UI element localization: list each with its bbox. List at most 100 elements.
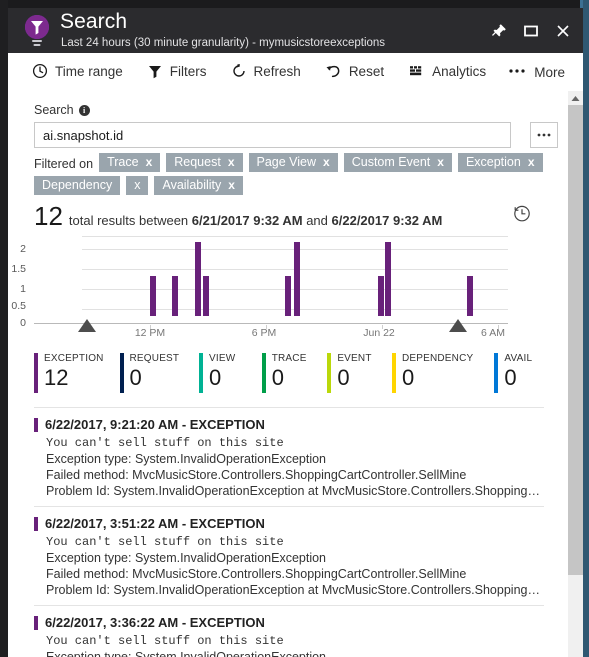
ellipsis-icon — [508, 63, 526, 82]
refresh-button[interactable]: Refresh — [219, 53, 313, 91]
funnel-icon — [147, 63, 163, 82]
remove-chip-icon[interactable]: x — [134, 176, 140, 195]
legend-item-trace[interactable]: TRACE 0 — [261, 353, 328, 399]
result-message: You can't sell stuff on this site — [46, 634, 284, 648]
time-range-label: Time range — [55, 64, 123, 80]
legend-label: TRACE — [271, 353, 307, 364]
legend-label: EVENT — [337, 353, 372, 364]
legend-item-dependency[interactable]: DEPENDENCY 0 — [391, 353, 494, 399]
analytics-button[interactable]: Analytics — [396, 53, 498, 91]
results-timeline-chart[interactable]: 2 1.5 1 0.5 0 — [11, 236, 508, 329]
reset-button[interactable]: Reset — [313, 53, 396, 91]
window-chrome-right — [583, 0, 589, 657]
chart-bar — [150, 276, 157, 316]
filter-chip-page-view[interactable]: Page View x — [248, 153, 338, 172]
filtered-on-label: Filtered on — [34, 157, 94, 171]
exception-accent-icon — [34, 615, 38, 630]
chart-bar — [293, 242, 300, 316]
filter-chip-trace[interactable]: Trace x — [99, 153, 161, 172]
y-tick-1-5: 1.5 — [11, 263, 26, 275]
remove-chip-icon[interactable]: x — [437, 153, 444, 172]
y-tick-2: 2 — [20, 243, 26, 255]
filters-button[interactable]: Filters — [135, 53, 219, 91]
x-tick-label: Jun 22 — [363, 327, 395, 339]
legend-value: 0 — [271, 365, 284, 390]
chart-bar — [194, 242, 201, 316]
legend-label: VIEW — [209, 353, 236, 364]
more-button[interactable]: More — [502, 53, 571, 91]
chart-bar — [377, 276, 384, 316]
window-controls — [483, 8, 579, 53]
chart-bars — [82, 236, 508, 316]
legend-label: EXCEPTION — [44, 353, 104, 364]
range-handle-start[interactable] — [78, 319, 96, 332]
undo-icon — [325, 63, 342, 82]
remove-chip-icon[interactable]: x — [228, 176, 235, 195]
filter-chip-availability[interactable]: Availability x — [154, 176, 243, 195]
search-blade: Search Last 24 hours (30 minute granular… — [0, 0, 589, 657]
filter-chip-request[interactable]: Request x — [166, 153, 243, 172]
search-input[interactable] — [34, 122, 511, 148]
search-options-button[interactable] — [530, 122, 558, 148]
result-row[interactable]: 6/22/2017, 9:21:20 AM - EXCEPTION You ca… — [34, 408, 544, 507]
result-row[interactable]: 6/22/2017, 3:36:22 AM - EXCEPTION You ca… — [34, 606, 544, 657]
legend-item-view[interactable]: VIEW 0 — [199, 353, 262, 399]
y-tick-0-5: 0.5 — [11, 300, 26, 312]
filter-chip-exception[interactable]: Exception x — [457, 153, 543, 172]
result-message: You can't sell stuff on this site — [46, 535, 284, 549]
search-row — [34, 122, 558, 148]
filter-chip-dependency-remove[interactable]: x — [126, 176, 149, 195]
close-button[interactable] — [547, 15, 579, 47]
search-field-label: Search i — [34, 103, 90, 117]
remove-chip-icon[interactable]: x — [528, 153, 535, 172]
remove-chip-icon[interactable]: x — [146, 153, 153, 172]
result-exception-type: Exception type: System.InvalidOperationE… — [46, 650, 327, 657]
results-summary: 12 total results between 6/21/2017 9:32 … — [34, 203, 442, 229]
result-row-title: 6/22/2017, 3:36:22 AM - EXCEPTION — [34, 615, 544, 630]
x-tick-label: 12 PM — [134, 327, 166, 339]
legend-item-exception[interactable]: EXCEPTION 12 — [34, 353, 120, 399]
type-legend: EXCEPTION 12 REQUEST 0 VIEW 0 TRACE 0 EV… — [34, 353, 554, 399]
refresh-icon — [231, 63, 247, 82]
blade-content: Search i Filtered on Trace x — [8, 91, 583, 657]
history-clock-icon[interactable] — [512, 203, 532, 228]
legend-item-request[interactable]: REQUEST 0 — [119, 353, 200, 399]
result-failed-method: Failed method: MvcMusicStore.Controllers… — [46, 567, 467, 581]
scrollbar-thumb[interactable] — [568, 105, 583, 575]
result-exception-type: Exception type: System.InvalidOperationE… — [46, 551, 327, 565]
filters-label: Filters — [169, 64, 207, 80]
results-range-text: total results between 6/21/2017 9:32 AM … — [68, 213, 443, 228]
remove-chip-icon[interactable]: x — [323, 153, 330, 172]
legend-color-swatch — [327, 353, 332, 393]
legend-item-avail[interactable]: AVAIL 0 — [494, 353, 554, 399]
exception-accent-icon — [34, 417, 38, 432]
maximize-button[interactable] — [515, 15, 547, 47]
filter-chip-dependency[interactable]: Dependency — [34, 176, 121, 195]
info-icon[interactable]: i — [78, 104, 90, 116]
legend-value: 0 — [504, 365, 517, 390]
result-exception-type: Exception type: System.InvalidOperationE… — [46, 452, 327, 466]
legend-color-swatch — [494, 353, 499, 393]
range-handle-end[interactable] — [449, 319, 467, 332]
reset-label: Reset — [348, 64, 385, 80]
legend-value: 0 — [129, 365, 142, 390]
scroll-up-button[interactable] — [568, 91, 583, 105]
page-subtitle: Last 24 hours (30 minute granularity) - … — [61, 37, 386, 49]
vertical-scrollbar[interactable] — [568, 91, 583, 657]
legend-value: 0 — [209, 365, 222, 390]
legend-label: AVAIL — [504, 353, 533, 364]
exception-accent-icon — [34, 516, 38, 531]
result-problem-id: Problem Id: System.InvalidOperationExcep… — [46, 583, 544, 597]
filter-chip-custom-event[interactable]: Custom Event x — [343, 153, 452, 172]
result-failed-method: Failed method: MvcMusicStore.Controllers… — [46, 468, 467, 482]
result-row[interactable]: 6/22/2017, 3:51:22 AM - EXCEPTION You ca… — [34, 507, 544, 606]
legend-label: REQUEST — [129, 353, 180, 364]
pin-button[interactable] — [483, 15, 515, 47]
x-tick-label: 6 PM — [251, 327, 277, 339]
time-range-button[interactable]: Time range — [20, 53, 135, 91]
remove-chip-icon[interactable]: x — [228, 153, 235, 172]
chart-bar — [172, 276, 179, 316]
analytics-label: Analytics — [432, 64, 487, 80]
legend-item-event[interactable]: EVENT 0 — [327, 353, 392, 399]
clock-icon — [32, 63, 48, 82]
